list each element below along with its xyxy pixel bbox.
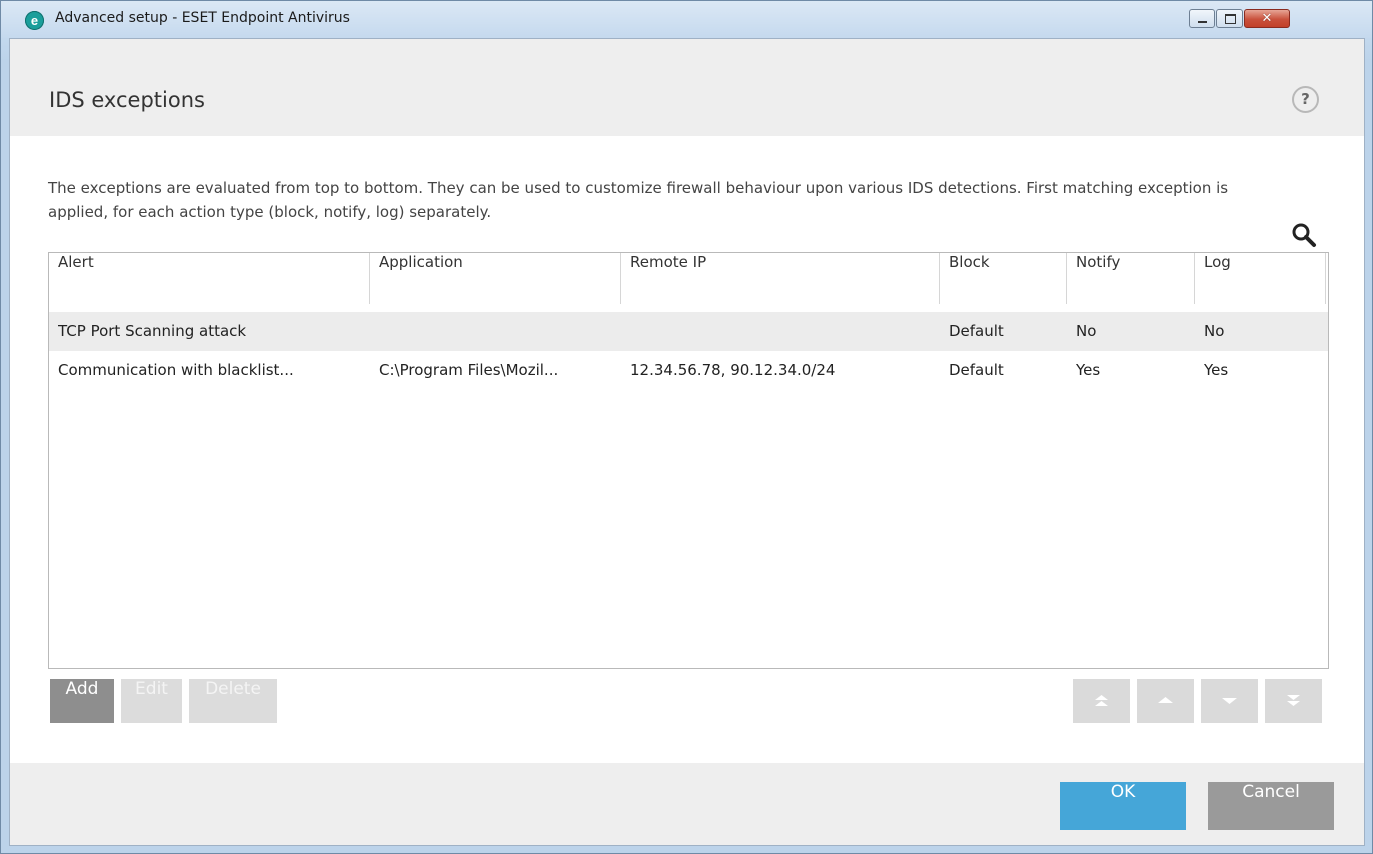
cell-remote-ip [630, 312, 930, 351]
edit-button[interactable]: Edit [121, 679, 182, 723]
move-bottom-button[interactable] [1265, 679, 1322, 723]
table-header: Alert Application Remote IP Block Notify… [49, 253, 1328, 304]
table-row[interactable]: TCP Port Scanning attack Default No No [49, 312, 1328, 351]
dialog-content: IDS exceptions ? The exceptions are eval… [9, 38, 1365, 846]
add-button[interactable]: Add [50, 679, 114, 723]
help-button[interactable]: ? [1292, 86, 1319, 113]
move-up-icon [1158, 697, 1173, 703]
page-title: IDS exceptions [49, 88, 205, 112]
title-bar[interactable]: e Advanced setup - ESET Endpoint Antivir… [1, 1, 1372, 38]
cell-log: Yes [1204, 361, 1229, 379]
dialog-header: IDS exceptions ? [10, 39, 1364, 136]
column-header-log[interactable]: Log [1195, 253, 1326, 304]
cell-application: C:\Program Files\Mozil... [379, 361, 559, 379]
cancel-button[interactable]: Cancel [1208, 782, 1334, 830]
column-header-block[interactable]: Block [940, 253, 1067, 304]
column-header-alert[interactable]: Alert [49, 253, 370, 304]
cell-block: Default [949, 361, 1004, 379]
column-header-remote-ip[interactable]: Remote IP [621, 253, 940, 304]
column-header-notify[interactable]: Notify [1067, 253, 1195, 304]
exceptions-table: Alert Application Remote IP Block Notify… [48, 252, 1329, 669]
maximize-button[interactable] [1216, 9, 1243, 28]
delete-button[interactable]: Delete [189, 679, 277, 723]
move-top-icon [1095, 695, 1108, 706]
ok-button[interactable]: OK [1060, 782, 1186, 830]
cell-remote-ip: 12.34.56.78, 90.12.34.0/24 [630, 361, 836, 379]
window-title: Advanced setup - ESET Endpoint Antivirus [55, 10, 350, 26]
move-down-icon [1222, 698, 1237, 704]
search-icon[interactable] [1290, 221, 1318, 249]
cell-log: No [1204, 322, 1225, 340]
description-text: The exceptions are evaluated from top to… [48, 179, 1229, 221]
table-row[interactable]: Communication with blacklist... C:\Progr… [49, 351, 1328, 390]
cell-alert: Communication with blacklist... [58, 361, 294, 379]
move-down-button[interactable] [1201, 679, 1258, 723]
cell-notify: No [1076, 322, 1097, 340]
move-up-button[interactable] [1137, 679, 1194, 723]
move-bottom-icon [1287, 695, 1300, 706]
column-header-application[interactable]: Application [370, 253, 621, 304]
cell-application [379, 312, 614, 351]
cell-alert: TCP Port Scanning attack [58, 322, 247, 340]
close-icon: ✕ [1261, 11, 1273, 26]
minimize-button[interactable] [1189, 9, 1215, 28]
cell-block: Default [949, 322, 1004, 340]
close-button[interactable]: ✕ [1244, 9, 1290, 28]
move-top-button[interactable] [1073, 679, 1130, 723]
app-window: e Advanced setup - ESET Endpoint Antivir… [0, 0, 1373, 854]
cell-notify: Yes [1076, 361, 1101, 379]
eset-logo-icon: e [25, 11, 44, 30]
